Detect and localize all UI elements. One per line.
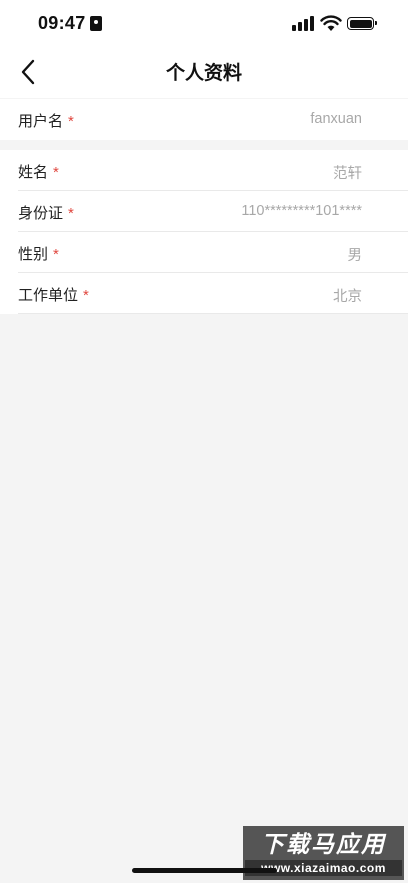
nav-bar: 个人资料 [0,46,408,98]
status-bar: 09:47 [0,0,408,46]
row-label: 工作单位 * [18,284,89,305]
signal-icon [292,15,314,31]
name-row[interactable]: 姓名 * 范轩 [18,150,408,191]
required-mark: * [53,246,59,263]
username-label: 用户名 [18,113,64,130]
watermark-title: 下载马应用 [261,831,386,857]
badge-icon [90,16,102,31]
required-mark: * [68,113,74,130]
profile-section: 姓名 * 范轩 身份证 * 110*********101**** 性别 * 男 工作… [0,150,408,314]
page-title: 个人资料 [165,63,242,84]
row-label: 性别 * [18,243,59,264]
username-row[interactable]: 用户名 * fanxuan [18,99,408,140]
workplace-row[interactable]: 工作单位 * 北京 [18,273,408,314]
name-label: 姓名 [18,164,49,181]
row-label: 身份证 * [18,202,74,223]
row-label: 姓名 * [18,161,59,182]
gender-value: 男 [347,248,363,264]
required-mark: * [83,287,89,304]
name-value: 范轩 [333,166,362,182]
gender-label: 性别 [18,246,49,263]
battery-icon [347,17,377,30]
required-mark: * [68,205,74,222]
row-label: 用户名 * [18,110,74,131]
id-card-value: 110*********101**** [241,203,362,219]
home-indicator[interactable] [132,868,277,873]
id-card-label: 身份证 [18,205,64,222]
status-time: 09:47 [38,13,86,33]
gender-row[interactable]: 性别 * 男 [18,232,408,273]
workplace-value: 北京 [333,289,362,305]
wifi-icon [320,15,342,31]
id-card-row[interactable]: 身份证 * 110*********101**** [18,191,408,232]
required-mark: * [53,164,59,181]
username-value: fanxuan [310,111,362,127]
workplace-label: 工作单位 [18,287,79,304]
account-section: 用户名 * fanxuan [0,99,408,140]
